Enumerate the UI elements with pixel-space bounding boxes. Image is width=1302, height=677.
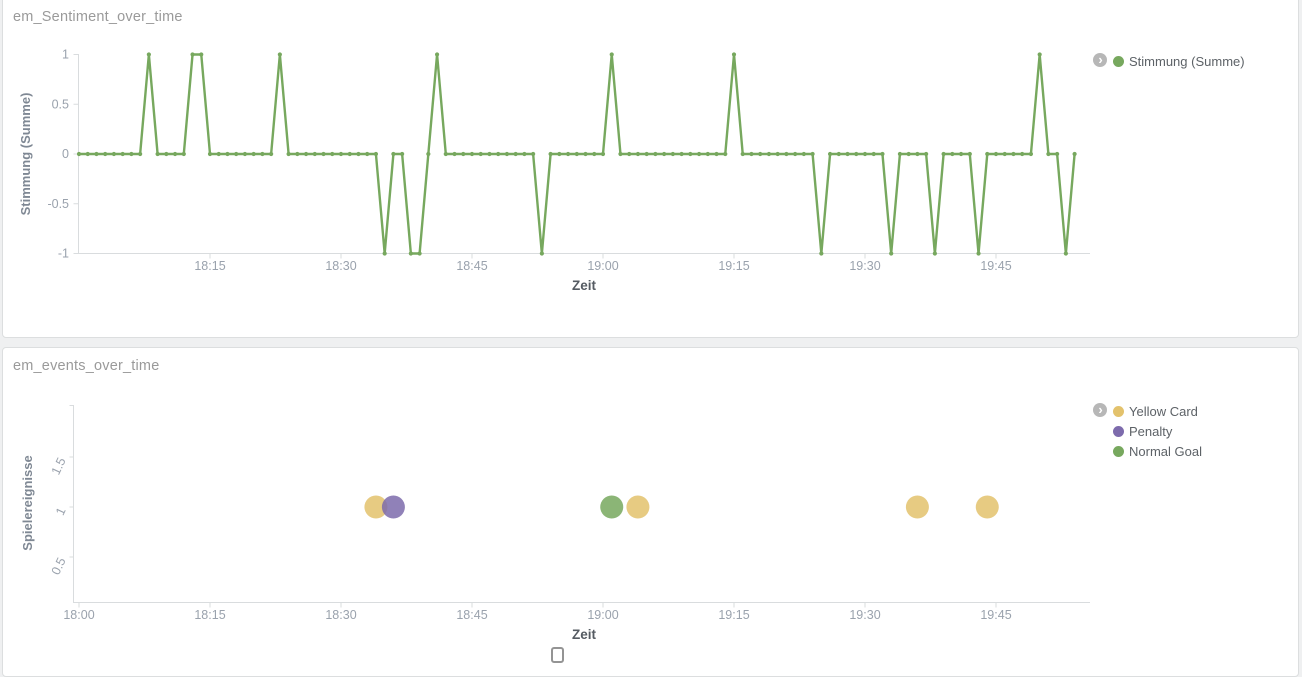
svg-text:-1: -1	[58, 247, 69, 261]
legend-item-yellow-card[interactable]: Yellow Card	[1113, 401, 1202, 421]
svg-text:19:30: 19:30	[849, 259, 880, 273]
legend-label: Penalty	[1129, 424, 1172, 439]
svg-text:19:00: 19:00	[587, 608, 618, 622]
svg-text:18:45: 18:45	[456, 259, 487, 273]
legend-expand-icon[interactable]: ›	[1093, 403, 1107, 417]
svg-text:1: 1	[62, 48, 69, 62]
svg-text:19:15: 19:15	[718, 259, 749, 273]
svg-text:1: 1	[53, 505, 69, 517]
sentiment-line-chart[interactable]: 1 0.5 0 -0.5 -1 18:15 18:30 18:45 19:00 19:15 19:3…	[0, 0, 1302, 310]
svg-text:19:45: 19:45	[980, 608, 1011, 622]
legend-dot-icon	[1113, 56, 1124, 67]
partial-checkbox[interactable]	[551, 647, 564, 663]
svg-text:18:30: 18:30	[325, 259, 356, 273]
chevron-right-icon: ›	[1098, 53, 1102, 66]
svg-text:19:30: 19:30	[849, 608, 880, 622]
svg-text:19:15: 19:15	[718, 608, 749, 622]
legend-dot-icon	[1113, 446, 1124, 457]
legend-sentiment: › Stimmung (Summe)	[1093, 51, 1245, 71]
svg-text:Stimmung (Summe): Stimmung (Summe)	[18, 93, 33, 216]
legend-item-normal-goal[interactable]: Normal Goal	[1113, 441, 1202, 461]
legend-dot-icon	[1113, 406, 1124, 417]
legend-item-penalty[interactable]: Penalty	[1113, 421, 1202, 441]
legend-label: Stimmung (Summe)	[1129, 54, 1245, 69]
svg-text:Zeit: Zeit	[572, 627, 597, 642]
legend-events: › Yellow Card Penalty Normal Goal	[1093, 401, 1202, 461]
svg-text:19:45: 19:45	[980, 259, 1011, 273]
svg-text:19:00: 19:00	[587, 259, 618, 273]
svg-text:-0.5: -0.5	[47, 197, 69, 211]
svg-text:18:45: 18:45	[456, 608, 487, 622]
legend-expand-icon[interactable]: ›	[1093, 53, 1107, 67]
chevron-right-icon: ›	[1098, 403, 1102, 416]
svg-text:0: 0	[62, 147, 69, 161]
svg-text:0.5: 0.5	[52, 97, 69, 111]
legend-dot-icon	[1113, 426, 1124, 437]
svg-text:Spielereignisse: Spielereignisse	[20, 455, 35, 550]
legend-label: Yellow Card	[1129, 404, 1198, 419]
svg-text:18:00: 18:00	[63, 608, 94, 622]
svg-text:18:15: 18:15	[194, 259, 225, 273]
legend-item-stimmung[interactable]: Stimmung (Summe)	[1113, 51, 1245, 71]
svg-text:18:15: 18:15	[194, 608, 225, 622]
events-scatter-chart[interactable]: 1.5 1 0.5 18:00 18:15 18:30 18:45 19:00 19:15 19:…	[0, 348, 1302, 658]
legend-label: Normal Goal	[1129, 444, 1202, 459]
svg-text:Zeit: Zeit	[572, 278, 597, 293]
svg-text:18:30: 18:30	[325, 608, 356, 622]
svg-text:1.5: 1.5	[49, 455, 69, 477]
svg-text:0.5: 0.5	[49, 555, 69, 577]
